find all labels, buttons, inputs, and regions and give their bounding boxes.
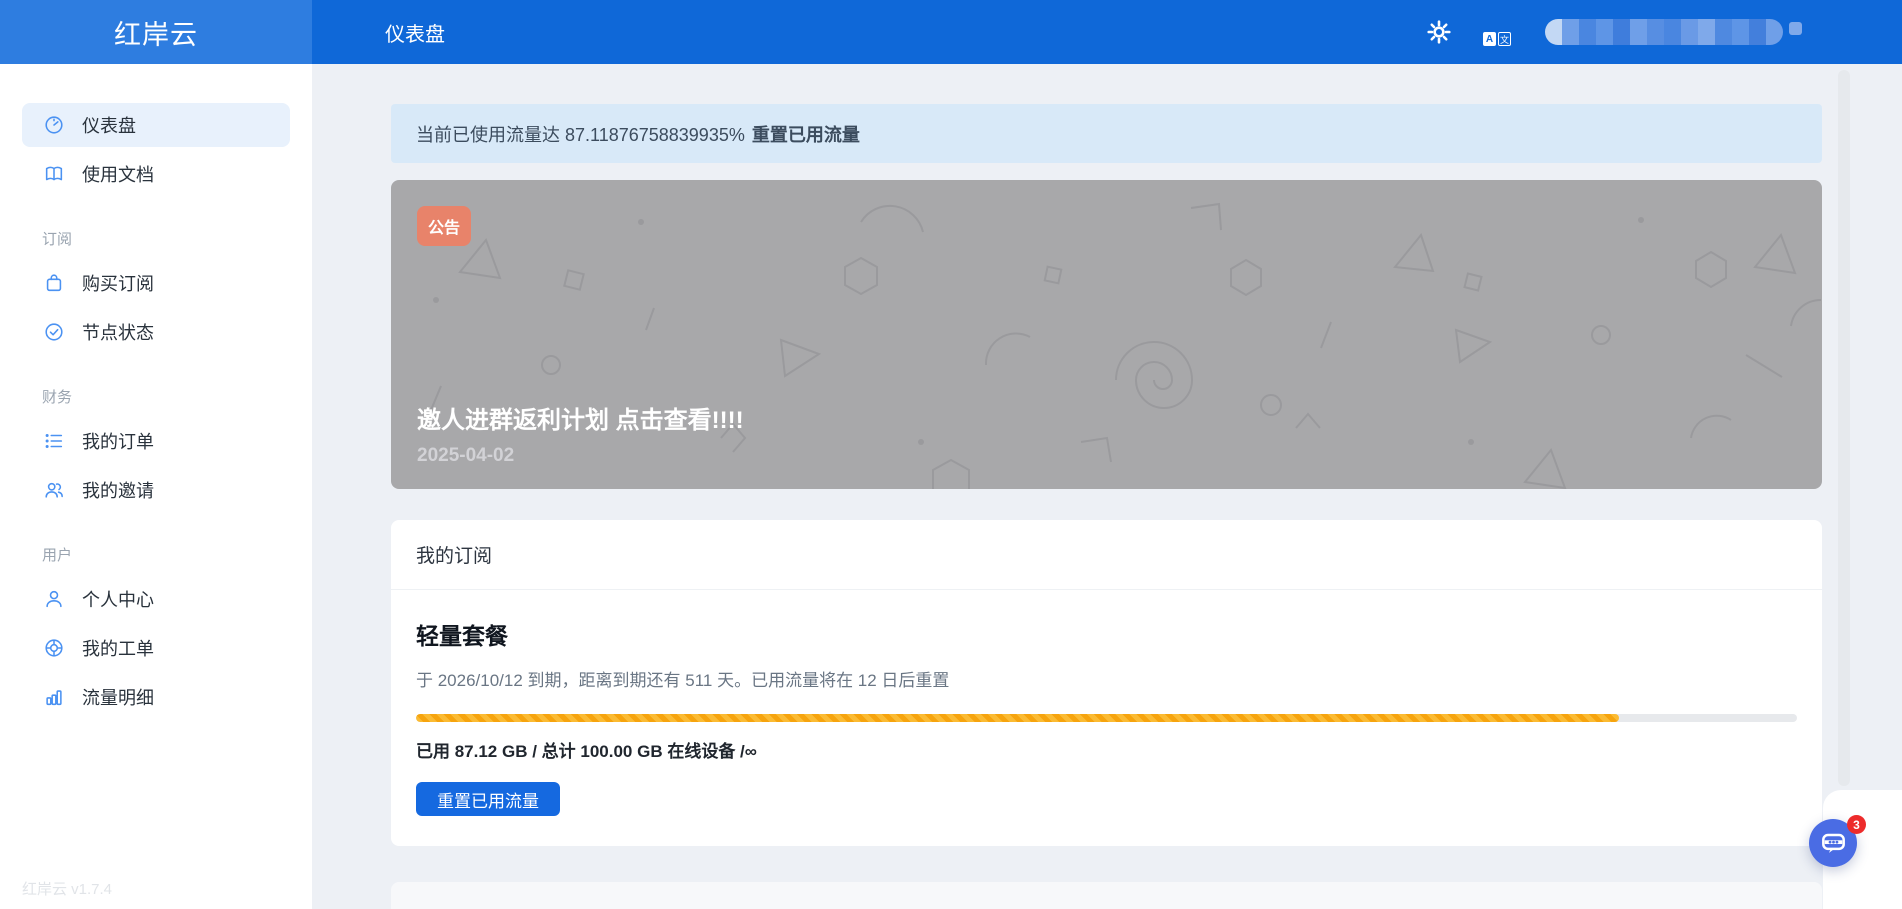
- redacted-username[interactable]: [1545, 19, 1783, 45]
- check-circle-icon: [42, 320, 66, 344]
- sidebar-item-node-status[interactable]: 节点状态: [22, 310, 290, 354]
- order-list-icon: [42, 429, 66, 453]
- sidebar-item-label: 我的邀请: [82, 477, 154, 503]
- plan-expiry-text: 于 2026/10/12 到期，距离到期还有 511 天。已用流量将在 12 日…: [416, 666, 1797, 691]
- invite-users-icon: [42, 478, 66, 502]
- scrollbar[interactable]: [1838, 70, 1850, 786]
- sidebar-item-buy-subscription[interactable]: 购买订阅: [22, 261, 290, 305]
- alert-message: 当前已使用流量达 87.11876758839935%: [416, 121, 745, 147]
- sidebar-item-label: 购买订阅: [82, 270, 154, 296]
- next-card-partial: [391, 882, 1822, 909]
- main-content: 当前已使用流量达 87.11876758839935% 重置已用流量: [312, 64, 1902, 909]
- app-logo: 红岸云: [0, 0, 312, 64]
- sidebar-item-traffic-details[interactable]: 流量明细: [22, 675, 290, 719]
- shopping-bag-icon: [42, 271, 66, 295]
- subscription-card-header: 我的订阅: [391, 520, 1822, 590]
- alert-reset-link[interactable]: 重置已用流量: [752, 121, 860, 147]
- sidebar-item-label: 使用文档: [82, 161, 154, 187]
- chat-bubble-icon: [1820, 830, 1847, 857]
- page-title: 仪表盘: [385, 18, 445, 47]
- sidebar-item-docs[interactable]: 使用文档: [22, 152, 290, 196]
- sidebar-item-label: 流量明细: [82, 684, 154, 710]
- sidebar-item-my-tickets[interactable]: 我的工单: [22, 626, 290, 670]
- sidebar-item-my-orders[interactable]: 我的订单: [22, 419, 290, 463]
- topbar-actions: A 文: [1425, 18, 1802, 46]
- announcement-text: 邀人进群返利计划 点击查看!!!! 2025-04-02: [417, 400, 744, 467]
- topbar: 仪表盘 A 文: [312, 0, 1902, 64]
- sidebar-item-my-invites[interactable]: 我的邀请: [22, 468, 290, 512]
- chat-unread-badge: 3: [1847, 815, 1866, 834]
- lifebuoy-icon: [42, 636, 66, 660]
- announcement-badge: 公告: [417, 206, 471, 246]
- subscription-card-body: 轻量套餐 于 2026/10/12 到期，距离到期还有 511 天。已用流量将在…: [391, 590, 1822, 846]
- sidebar-item-label: 节点状态: [82, 319, 154, 345]
- dashboard-icon: [42, 113, 66, 137]
- chat-launcher-button[interactable]: 3: [1809, 819, 1857, 867]
- usage-summary: 已用 87.12 GB / 总计 100.00 GB 在线设备 /∞: [416, 737, 1797, 762]
- sidebar-item-label: 我的工单: [82, 635, 154, 661]
- sidebar-item-label: 仪表盘: [82, 112, 136, 138]
- traffic-progress-fill: [416, 714, 1619, 722]
- reset-traffic-button[interactable]: 重置已用流量: [416, 782, 560, 816]
- bar-chart-icon: [42, 685, 66, 709]
- docs-icon: [42, 162, 66, 186]
- header: 红岸云 仪表盘 A 文: [0, 0, 1902, 64]
- user-icon: [42, 587, 66, 611]
- subscription-card: 我的订阅 轻量套餐 于 2026/10/12 到期，距离到期还有 511 天。已…: [391, 520, 1822, 846]
- sidebar-item-profile[interactable]: 个人中心: [22, 577, 290, 621]
- sidebar-item-label: 个人中心: [82, 586, 154, 612]
- sidebar-item-dashboard[interactable]: 仪表盘: [22, 103, 290, 147]
- sidebar-section-finance: 财务: [22, 386, 290, 407]
- sidebar-section-user: 用户: [22, 544, 290, 565]
- translate-icon[interactable]: A 文: [1483, 18, 1511, 46]
- sun-icon[interactable]: [1425, 18, 1453, 46]
- announcement-title: 邀人进群返利计划 点击查看!!!!: [417, 400, 744, 435]
- translate-letter-wen: 文: [1498, 32, 1511, 46]
- redacted-avatar: [1789, 22, 1802, 35]
- plan-name: 轻量套餐: [416, 617, 1797, 651]
- sidebar-section-subscription: 订阅: [22, 228, 290, 249]
- app-version: 红岸云 v1.7.4: [22, 878, 112, 899]
- announcement-date: 2025-04-02: [417, 445, 744, 467]
- traffic-alert: 当前已使用流量达 87.11876758839935% 重置已用流量: [391, 104, 1822, 163]
- sidebar-item-label: 我的订单: [82, 428, 154, 454]
- announcement-card[interactable]: 公告 邀人进群返利计划 点击查看!!!! 2025-04-02: [391, 180, 1822, 489]
- sidebar: 仪表盘 使用文档 订阅 购买订阅 节点状态 财务 我的订单 我的邀请 用户: [0, 64, 312, 909]
- traffic-progress-bar: [416, 714, 1797, 722]
- translate-letter-a: A: [1483, 32, 1496, 46]
